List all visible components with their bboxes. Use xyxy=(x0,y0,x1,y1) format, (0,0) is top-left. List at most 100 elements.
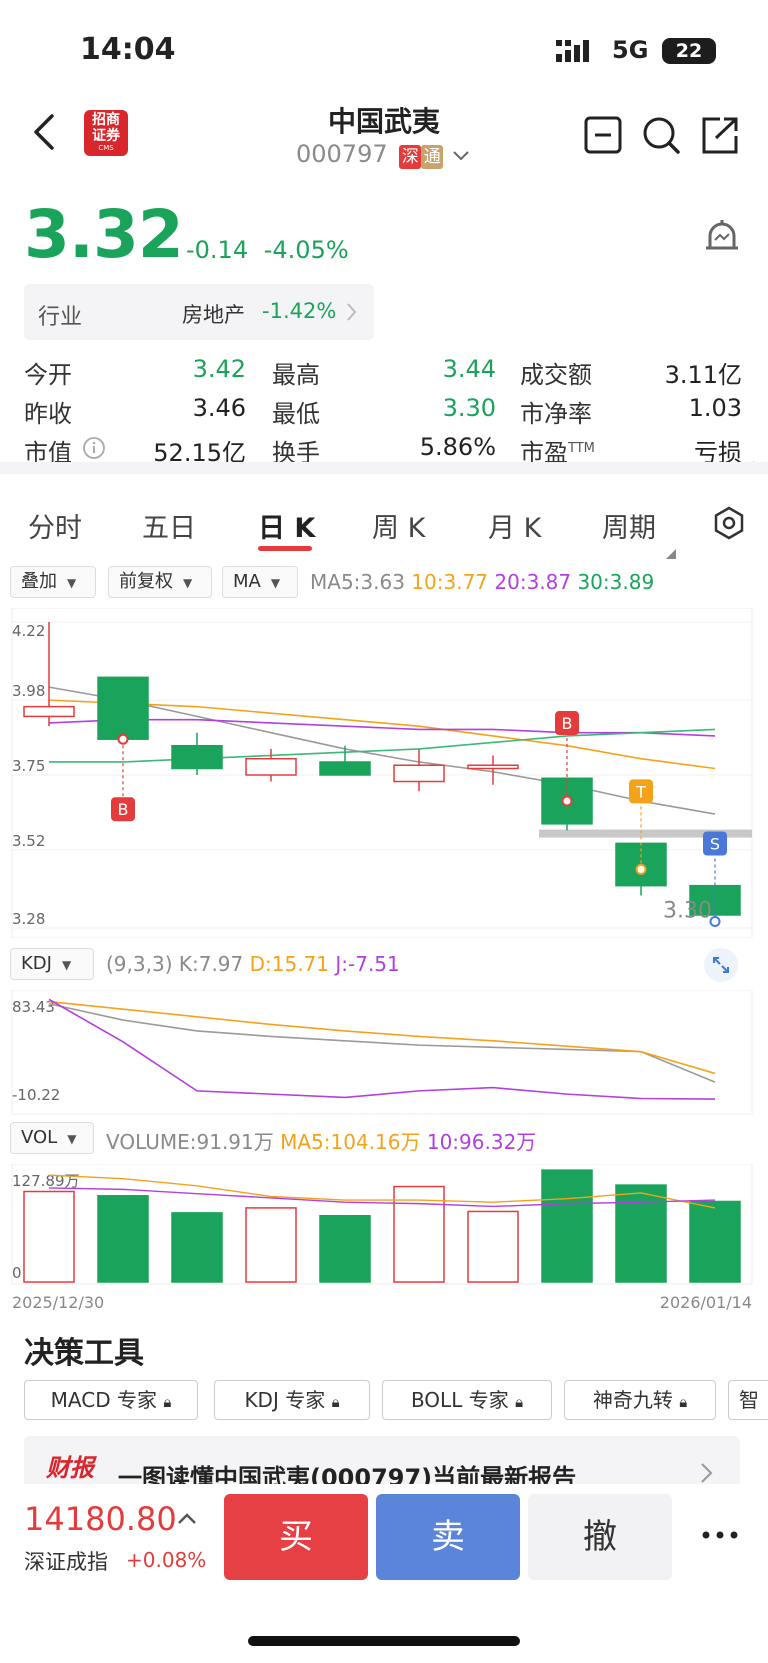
tool-macd[interactable]: MACD 专家 🔒︎ xyxy=(24,1380,198,1420)
search-icon[interactable] xyxy=(642,116,682,160)
kdj-chart[interactable]: 83.43 -10.22 xyxy=(0,990,768,1118)
vol-volume-readout: VOLUME:91.91万 xyxy=(106,1130,274,1154)
signal-dot xyxy=(635,863,647,875)
vol-y-tick: 0 xyxy=(12,1264,22,1282)
tool-more-label: 智 xyxy=(739,1388,759,1412)
tool-kdj[interactable]: KDJ 专家 🔒︎ xyxy=(214,1380,370,1420)
stat-prev-close-label: 昨收 xyxy=(24,400,72,428)
candle-body xyxy=(23,705,75,718)
stat-open-value: 3.42 xyxy=(192,355,246,383)
stat-pe-ttm: TTM xyxy=(568,441,595,456)
kline-chart[interactable]: 4.22 3.98 3.75 3.52 3.28 B B T S 3.30 xyxy=(0,608,768,938)
kline-y-tick: 3.52 xyxy=(12,832,45,850)
caret-down-icon: ▼ xyxy=(270,576,281,590)
chevron-up-icon[interactable] xyxy=(176,1510,198,1530)
candle-body xyxy=(319,761,371,776)
signal-dot xyxy=(561,795,573,807)
volume-bar xyxy=(689,1200,741,1283)
tab-daily-k[interactable]: 日 K xyxy=(258,506,315,545)
broker-logo-sub: CMS xyxy=(98,144,114,152)
kline-y-tick: 3.75 xyxy=(12,757,45,775)
stat-high-label: 最高 xyxy=(272,361,320,389)
overlay-select[interactable]: 叠加 ▼ xyxy=(10,566,96,598)
ma10-readout: 10:3.77 xyxy=(411,570,489,594)
kdj-k-line xyxy=(48,1002,716,1083)
chart-settings-icon[interactable] xyxy=(712,506,746,544)
price-change: -0.14 -4.05% xyxy=(186,236,349,264)
vol-ma5-readout: MA5:104.16万 xyxy=(280,1130,421,1154)
info-icon[interactable] xyxy=(82,436,106,464)
back-icon[interactable] xyxy=(30,112,60,156)
candle-body xyxy=(171,744,223,770)
tool-magic-nine[interactable]: 神奇九转 🔒︎ xyxy=(564,1380,716,1420)
ma-readout: MA5:3.63 10:3.77 20:3.87 30:3.89 xyxy=(310,570,654,594)
indicator-select[interactable]: MA ▼ xyxy=(222,566,298,598)
tool-boll[interactable]: BOLL 专家 🔒︎ xyxy=(382,1380,552,1420)
ma5-readout: MA5:3.63 xyxy=(310,570,405,594)
broker-logo: 招商 证券 CMS xyxy=(84,110,128,156)
last-price: 3.32 xyxy=(24,196,184,273)
kdj-label: KDJ xyxy=(21,953,52,974)
tab-five-day[interactable]: 五日 xyxy=(142,506,196,545)
tab-monthly-k[interactable]: 月 K xyxy=(488,506,541,545)
kdj-params: (9,3,3) xyxy=(106,952,173,976)
tab-period[interactable]: 周期 xyxy=(602,506,656,545)
change-value: -0.14 xyxy=(186,236,249,264)
stock-code: 000797 xyxy=(296,140,388,168)
status-time: 14:04 xyxy=(80,32,176,67)
stat-low-value: 3.30 xyxy=(442,394,496,422)
volume-bar xyxy=(467,1210,519,1283)
volume-chart[interactable]: 127.89万 0 2025/12/30 2026/01/14 xyxy=(0,1164,768,1316)
kline-y-tick: 3.98 xyxy=(12,682,45,700)
index-name: 深证成指 xyxy=(24,1550,108,1574)
adjust-select[interactable]: 前复权 ▼ xyxy=(108,566,212,598)
tab-intraday[interactable]: 分时 xyxy=(28,506,82,545)
tool-more[interactable]: 智 xyxy=(728,1380,768,1420)
candle-body xyxy=(393,764,445,783)
kline-y-tick: 4.22 xyxy=(12,622,45,640)
candle-body xyxy=(97,676,149,740)
ma30-readout: 30:3.89 xyxy=(577,570,655,594)
buy-button[interactable]: 买 xyxy=(224,1494,368,1580)
cancel-button[interactable]: 撤 xyxy=(528,1494,672,1580)
kdj-d-line xyxy=(48,1000,716,1075)
sell-button[interactable]: 卖 xyxy=(376,1494,520,1580)
stat-low-label: 最低 xyxy=(272,400,320,428)
price-alert-icon[interactable] xyxy=(702,216,742,264)
tool-boll-label: BOLL 专家 xyxy=(410,1388,509,1412)
stat-turnover-rate-value: 5.86% xyxy=(419,433,496,461)
index-value[interactable]: 14180.80 xyxy=(24,1500,177,1538)
vol-label: VOL xyxy=(21,1127,58,1148)
indicator-label: MA xyxy=(233,571,261,592)
share-icon[interactable] xyxy=(700,116,740,160)
stock-code-row[interactable]: 000797 深通 xyxy=(296,140,471,169)
kline-y-tick: 3.28 xyxy=(12,910,45,928)
signal-label: S xyxy=(710,834,720,853)
vol-ma10-line xyxy=(48,1187,716,1208)
volume-bar xyxy=(541,1169,593,1283)
chevron-right-icon xyxy=(346,302,358,326)
kdj-select[interactable]: KDJ ▼ xyxy=(10,948,94,980)
vol-ma10-readout: 10:96.32万 xyxy=(426,1130,537,1154)
section-divider xyxy=(0,462,768,474)
signal-label: T xyxy=(635,782,646,801)
signal-icon xyxy=(556,40,596,66)
candle-body xyxy=(245,757,297,776)
tab-weekly-k[interactable]: 周 K xyxy=(372,506,425,545)
ma30-line xyxy=(49,728,716,763)
more-icon[interactable] xyxy=(700,1526,740,1545)
industry-name: 房地产 xyxy=(182,303,245,327)
lock-icon: 🔒︎ xyxy=(331,1393,340,1411)
signal-label: B xyxy=(118,800,129,819)
fullscreen-icon[interactable] xyxy=(704,948,738,982)
watchlist-remove-icon[interactable] xyxy=(584,116,624,160)
ma20-readout: 20:3.87 xyxy=(494,570,572,594)
volume-bar xyxy=(23,1190,75,1283)
kdj-d-readout: D:15.71 xyxy=(249,952,330,976)
connect-tag: 通 xyxy=(421,145,444,169)
stock-name: 中国武夷 xyxy=(327,105,440,138)
network-label: 5G xyxy=(612,36,649,64)
battery-icon: 22 xyxy=(662,38,716,64)
kdj-j-readout: J:-7.51 xyxy=(335,952,400,976)
vol-select[interactable]: VOL ▼ xyxy=(10,1122,94,1154)
